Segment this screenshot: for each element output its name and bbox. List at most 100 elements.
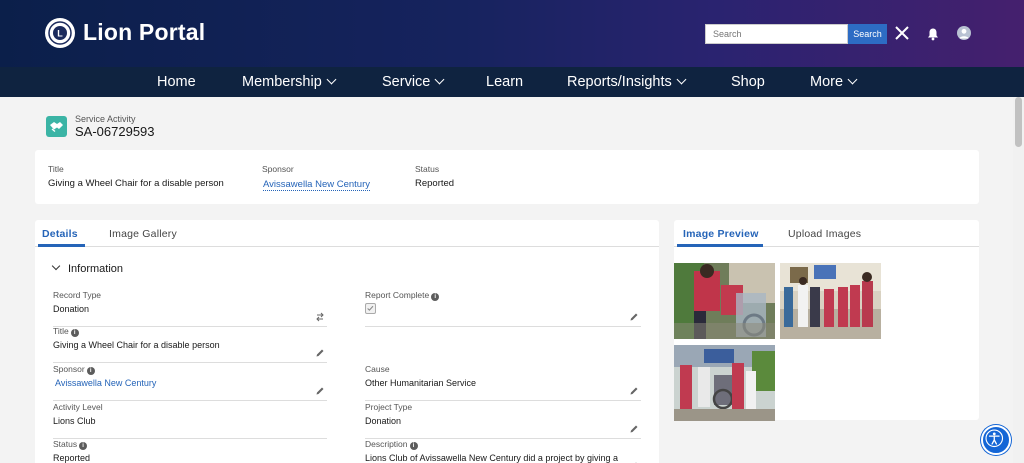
field-value: Avissawella New Century — [53, 378, 311, 388]
field-value: Lions Club — [53, 416, 96, 426]
active-tab-indicator — [677, 244, 763, 247]
nav-shop-label: Shop — [731, 74, 765, 90]
edit-pencil-icon[interactable] — [315, 386, 325, 396]
change-record-type-icon[interactable] — [315, 312, 325, 322]
field-label: Description i — [365, 439, 418, 450]
main-nav: Home Membership Service Learn Reports/In… — [0, 67, 1024, 97]
nav-reports-label: Reports/Insights — [567, 74, 672, 90]
active-tab-indicator — [38, 244, 85, 247]
field-label: Report Complete i — [365, 290, 440, 301]
section-information[interactable]: Information — [51, 261, 123, 275]
field-value: Other Humanitarian Service — [365, 378, 477, 388]
user-avatar-icon[interactable] — [957, 26, 971, 40]
info-icon[interactable]: i — [86, 367, 95, 375]
field-label-text: Title — [53, 326, 69, 336]
svg-text:L: L — [57, 29, 63, 39]
nav-home[interactable]: Home — [157, 67, 196, 97]
accessibility-button[interactable] — [981, 425, 1011, 455]
nav-membership-label: Membership — [242, 74, 322, 90]
edit-pencil-icon[interactable] — [629, 386, 639, 396]
chevron-down-icon — [676, 74, 687, 85]
field-value: Donation — [365, 416, 402, 426]
service-activity-icon — [46, 116, 67, 137]
field-label: Project Type — [365, 402, 413, 412]
title-label: Title — [48, 164, 64, 174]
field-label-text: Report Complete — [365, 290, 430, 300]
field-label: Title i — [53, 326, 79, 337]
tab-image-preview[interactable]: Image Preview — [683, 228, 759, 240]
close-icon[interactable] — [893, 24, 911, 42]
record-type-label: Service Activity — [75, 114, 136, 124]
edit-pencil-icon[interactable] — [315, 348, 325, 358]
info-icon[interactable]: i — [70, 329, 79, 337]
field-value: Lions Club of Avissawella New Century di… — [365, 453, 618, 463]
field-label: Sponsor i — [53, 364, 95, 375]
sponsor-field-link[interactable]: Avissawella New Century — [55, 378, 157, 388]
field-label-text: Status — [53, 439, 78, 449]
sponsor-link[interactable]: Avissawella New Century — [263, 179, 371, 191]
image-tabs: Image Preview Upload Images — [674, 220, 979, 247]
nav-service[interactable]: Service — [382, 67, 445, 97]
nav-service-label: Service — [382, 74, 431, 90]
search-input[interactable] — [705, 24, 848, 44]
info-icon[interactable]: i — [431, 293, 440, 301]
field-sponsor: Sponsor i Avissawella New Century — [53, 364, 327, 401]
field-cause: Cause Other Humanitarian Service — [365, 364, 641, 401]
gallery-thumbnail[interactable] — [674, 263, 775, 339]
field-title: Title i Giving a Wheel Chair for a disabl… — [53, 326, 327, 363]
nav-membership[interactable]: Membership — [242, 67, 337, 97]
tab-image-gallery[interactable]: Image Gallery — [109, 228, 177, 240]
edit-pencil-icon[interactable] — [629, 312, 639, 322]
sponsor-link-text[interactable]: Avissawella New Century — [263, 179, 371, 191]
field-record-type: Record Type Donation — [53, 290, 327, 327]
field-value: Giving a Wheel Chair for a disable perso… — [53, 340, 220, 350]
field-label: Activity Level — [53, 402, 103, 412]
gallery-thumbnail[interactable] — [780, 263, 881, 339]
tab-details[interactable]: Details — [42, 228, 78, 240]
title-value: Giving a Wheel Chair for a disable perso… — [48, 178, 224, 189]
tab-upload-images[interactable]: Upload Images — [788, 228, 861, 240]
image-preview-card: Image Preview Upload Images — [674, 220, 979, 421]
field-activity-level: Activity Level Lions Club — [53, 402, 327, 439]
nav-more-label: More — [810, 74, 844, 90]
chevron-down-icon — [434, 74, 445, 85]
edit-pencil-icon[interactable] — [629, 424, 639, 434]
page-scrollbar[interactable] — [1013, 97, 1024, 463]
field-project-type: Project Type Donation — [365, 402, 641, 439]
details-tabs: Details Image Gallery — [35, 220, 659, 247]
search-button[interactable]: Search — [848, 24, 887, 44]
chevron-down-icon — [51, 261, 61, 271]
nav-shop[interactable]: Shop — [731, 67, 765, 97]
nav-reports-insights[interactable]: Reports/Insights — [567, 67, 687, 97]
scrollbar-thumb[interactable] — [1015, 97, 1022, 147]
status-label: Status — [415, 164, 440, 174]
nav-more[interactable]: More — [810, 67, 858, 97]
brand-title[interactable]: Lion Portal — [83, 19, 205, 46]
field-label-text: Sponsor — [53, 364, 85, 374]
info-icon[interactable]: i — [79, 442, 88, 450]
gallery-thumbnail[interactable] — [674, 345, 775, 421]
field-value: Donation — [53, 304, 90, 314]
field-label: Record Type — [53, 290, 102, 300]
sponsor-label: Sponsor — [262, 164, 294, 174]
nav-learn-label: Learn — [486, 74, 524, 90]
highlights-panel: Title Giving a Wheel Chair for a disable… — [35, 150, 979, 204]
chevron-down-icon — [847, 74, 858, 85]
nav-learn[interactable]: Learn — [486, 67, 523, 97]
details-card: Details Image Gallery Information Record… — [35, 220, 659, 463]
field-description: Description i Lions Club of Avissawella N… — [365, 439, 641, 463]
nav-home-label: Home — [157, 74, 196, 90]
record-number: SA-06729593 — [75, 124, 155, 139]
field-label: Cause — [365, 364, 390, 374]
field-value: Reported — [53, 453, 91, 463]
status-value: Reported — [415, 178, 455, 189]
bell-icon[interactable] — [926, 27, 940, 41]
field-label-text: Description — [365, 439, 408, 449]
report-complete-checkbox[interactable] — [365, 303, 376, 314]
chevron-down-icon — [326, 74, 337, 85]
lions-logo-icon[interactable]: L — [44, 17, 76, 49]
field-report-complete: Report Complete i — [365, 290, 641, 327]
info-icon[interactable]: i — [409, 442, 418, 450]
site-header: L Lion Portal Search — [0, 0, 1024, 67]
accessibility-icon — [985, 429, 1004, 448]
